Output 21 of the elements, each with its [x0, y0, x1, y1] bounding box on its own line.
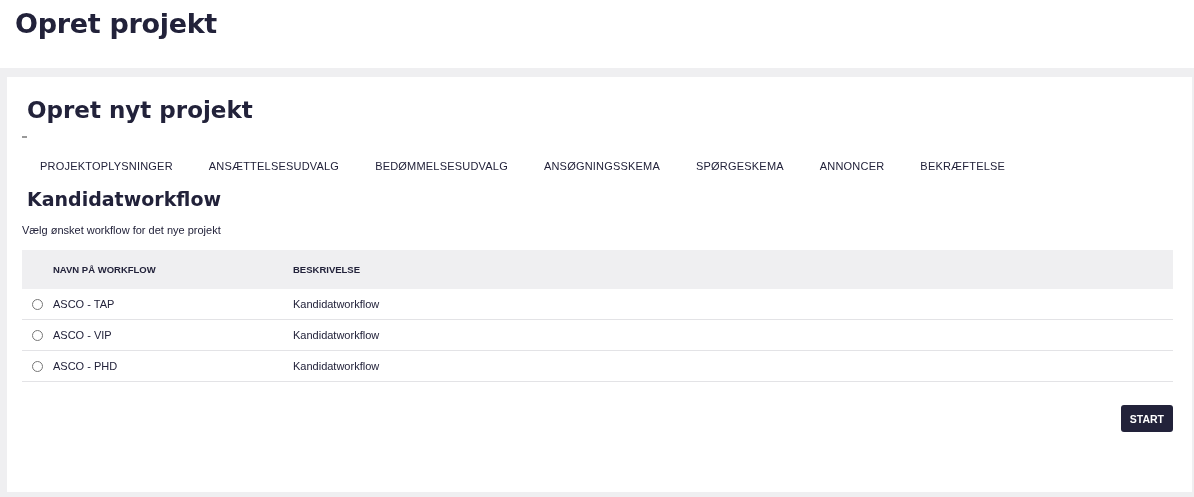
- table-cell: Kandidatworkflow: [293, 319, 1173, 351]
- step-tab[interactable]: ANSØGNINGSSKEMA: [529, 160, 660, 174]
- column-header: NAVN PÅ WORKFLOW: [53, 250, 293, 289]
- drag-handle-icon: [22, 136, 27, 138]
- table-cell: Kandidatworkflow: [293, 350, 1173, 382]
- column-header: BESKRIVELSE: [293, 250, 1173, 289]
- table-cell: ASCO - VIP: [53, 319, 293, 351]
- table-cell: Kandidatworkflow: [293, 289, 1173, 320]
- step-tab[interactable]: ANSÆTTELSESUDVALG: [194, 160, 340, 174]
- table-cell: ASCO - PHD: [53, 350, 293, 382]
- page-title: Opret projekt: [15, 8, 218, 39]
- step-tab[interactable]: SPØRGESKEMA: [682, 160, 784, 174]
- step-tab[interactable]: ANNONCER: [805, 160, 885, 174]
- instruction-text: Vælg ønsket workflow for det nye projekt: [22, 224, 222, 236]
- start-button[interactable]: START: [1120, 405, 1173, 432]
- card-title: Opret nyt projekt: [27, 97, 254, 123]
- section-title: Kandidatworkflow: [27, 188, 222, 210]
- table-cell: ASCO - TAP: [53, 289, 293, 320]
- step-tab[interactable]: BEDØMMELSESUDVALG: [361, 160, 508, 174]
- step-tab[interactable]: PROJEKTOPLYSNINGER: [26, 160, 173, 174]
- step-tab[interactable]: BEKRÆFTELSE: [906, 160, 1006, 174]
